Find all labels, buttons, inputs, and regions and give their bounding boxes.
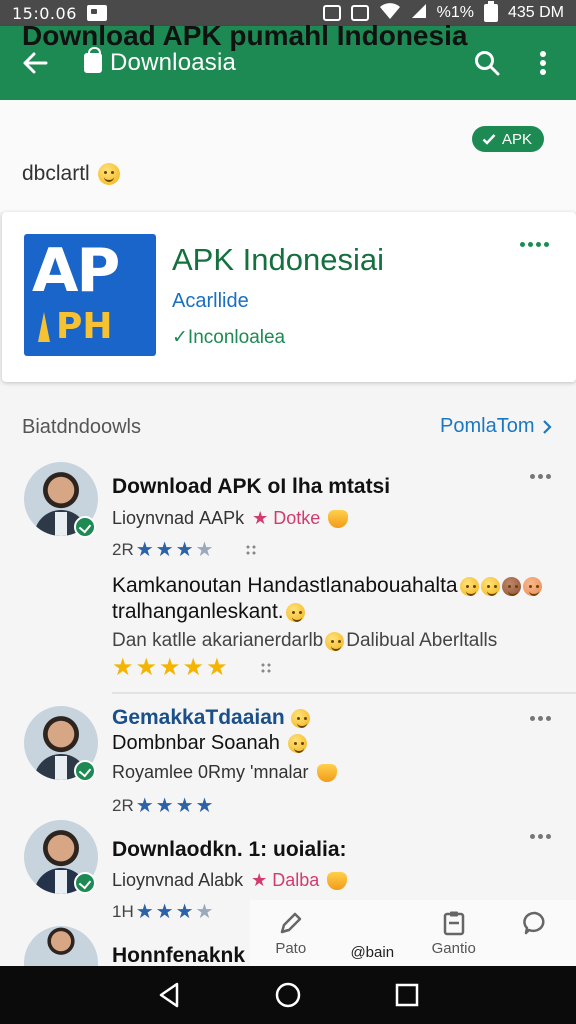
notification-icon bbox=[86, 5, 107, 21]
clap-emoji-icon bbox=[327, 871, 348, 890]
app-install-status: ✓Inconloalea bbox=[172, 327, 286, 348]
app-bar-actions bbox=[472, 48, 558, 78]
app-developer[interactable]: Acarllide bbox=[172, 290, 249, 313]
logo-triangle bbox=[38, 312, 50, 342]
review-rating: ★ ★ ★ ★ ★ bbox=[112, 656, 272, 680]
smile-emoji-icon bbox=[97, 163, 120, 185]
star-icon: ★ bbox=[159, 654, 181, 681]
chevron-right-icon bbox=[543, 419, 553, 434]
verified-check-icon bbox=[74, 760, 96, 782]
smile-emoji-icon bbox=[290, 708, 310, 728]
clap-emoji-icon bbox=[328, 509, 349, 528]
check-icon: ✓ bbox=[172, 327, 188, 348]
star-icon: ★ bbox=[175, 901, 194, 923]
grip-icon bbox=[259, 662, 272, 674]
home-circle-icon[interactable] bbox=[268, 975, 308, 1015]
app-card[interactable]: AP PH APK Indonesiai Acarllide ✓Inconloa… bbox=[2, 212, 576, 382]
app-logo: AP PH bbox=[24, 234, 156, 356]
section-title: Biatdndoowls bbox=[22, 416, 141, 438]
chat-bubble-icon bbox=[523, 911, 545, 935]
smile-emoji-icon bbox=[285, 602, 305, 622]
review-meta: Lioynvnad Alabk ★ Dalba bbox=[112, 870, 348, 891]
more-dots-icon[interactable] bbox=[530, 834, 551, 839]
more-dots-icon[interactable] bbox=[530, 474, 551, 479]
star-icon: ★ bbox=[135, 901, 154, 923]
lock-icon bbox=[84, 47, 102, 73]
star-icon: ★ bbox=[155, 795, 174, 817]
grip-icon bbox=[245, 544, 258, 556]
page-title: Download APK pumahl Indonesia bbox=[22, 20, 468, 51]
smile-emoji-icon bbox=[459, 576, 479, 596]
status-clock: 435 DM bbox=[507, 4, 564, 21]
review-title: Downlaodkn. 1: uoialia: bbox=[112, 838, 347, 861]
review-stars: 1H ★ ★ ★ ★ bbox=[112, 901, 214, 923]
more-vert-icon[interactable] bbox=[528, 48, 558, 78]
star-icon: ★ bbox=[195, 901, 214, 923]
apk-badge-label: APK bbox=[502, 130, 533, 148]
battery-icon bbox=[483, 1, 498, 22]
review-note: Dan katlle akarianerdarlb Dalibual Aberl… bbox=[112, 630, 498, 651]
sim-icon bbox=[350, 5, 369, 21]
review-sub: Royamlee 0Rmy 'mnalar bbox=[112, 762, 337, 783]
smile-emoji-icon bbox=[287, 734, 307, 753]
divider bbox=[112, 692, 576, 694]
tool-pato[interactable]: Pato bbox=[250, 900, 332, 966]
review-title: GemakkaTdaaian bbox=[112, 706, 310, 730]
review-body-line2: tralhanganleskant. bbox=[112, 600, 305, 624]
tool-gantio[interactable]: Gantio bbox=[413, 900, 495, 966]
subtitle-text: dbclartl bbox=[22, 162, 90, 185]
clap-emoji-icon bbox=[316, 763, 337, 782]
star-icon: ★ bbox=[195, 795, 214, 817]
star-icon: ★ bbox=[195, 539, 214, 561]
review-tag: ★ Dotke bbox=[252, 508, 321, 528]
review-tag: ★ Dalba bbox=[251, 870, 320, 890]
pen-icon bbox=[280, 912, 301, 934]
review-title: Download APK οI lha mtatsi bbox=[112, 475, 391, 498]
verified-check-icon bbox=[74, 872, 96, 894]
app-name: APK Indonesiai bbox=[172, 242, 384, 277]
verified-check-icon bbox=[74, 516, 96, 538]
star-icon: ★ bbox=[175, 539, 194, 561]
clipboard-icon bbox=[443, 911, 464, 936]
apk-badge: APK bbox=[472, 126, 545, 152]
star-icon: ★ bbox=[155, 901, 174, 923]
review-meta: Dombnbar Soanah bbox=[112, 732, 307, 755]
navigation-bar bbox=[0, 966, 576, 1024]
tool-bain[interactable]: @bain bbox=[332, 900, 414, 966]
star-icon: ★ bbox=[182, 654, 205, 681]
star-icon: ★ bbox=[175, 795, 194, 817]
page-subtitle: dbclartl bbox=[22, 162, 120, 186]
reviews-section-header: Biatdndoowls PomlaTom bbox=[0, 400, 576, 450]
tool-chat[interactable] bbox=[495, 900, 576, 966]
check-icon bbox=[482, 134, 496, 145]
smile-emoji-icon bbox=[480, 576, 500, 596]
logo-text-bottom: PH bbox=[56, 306, 113, 347]
face-emoji-icon bbox=[501, 576, 521, 596]
star-icon: ★ bbox=[206, 654, 228, 681]
review-title: Honnfenaknk bbox=[112, 944, 246, 967]
review-body: Kamkanoutan Handastlanabouahalta bbox=[112, 574, 542, 598]
more-dots-icon[interactable] bbox=[530, 716, 551, 721]
page-header bbox=[0, 100, 576, 212]
section-link[interactable]: PomlaTom bbox=[440, 415, 553, 438]
star-icon: ★ bbox=[135, 654, 158, 681]
smile-emoji-icon bbox=[325, 631, 345, 651]
review-meta: Lioynvnad АAPk ★ Dotke bbox=[112, 508, 349, 529]
review-stars: 2R ★ ★ ★ ★ bbox=[112, 795, 214, 817]
face-emoji-icon bbox=[522, 576, 542, 596]
star-icon: ★ bbox=[112, 654, 134, 681]
logo-text-top: AP bbox=[32, 236, 120, 306]
back-triangle-icon[interactable] bbox=[149, 975, 189, 1015]
app-notification-icon bbox=[322, 5, 341, 21]
recents-square-icon[interactable] bbox=[387, 975, 427, 1015]
avatar[interactable] bbox=[24, 926, 98, 966]
bottom-toolbar: Pato @bain Gantio bbox=[250, 900, 576, 966]
star-icon: ★ bbox=[135, 795, 154, 817]
app-bar-title: Downloasia bbox=[110, 49, 237, 76]
more-dots-icon[interactable] bbox=[520, 242, 549, 247]
review-stars: 2R ★ ★ ★ ★ bbox=[112, 539, 258, 561]
search-icon[interactable] bbox=[472, 48, 502, 78]
star-icon: ★ bbox=[155, 539, 174, 561]
star-icon: ★ bbox=[135, 539, 154, 561]
